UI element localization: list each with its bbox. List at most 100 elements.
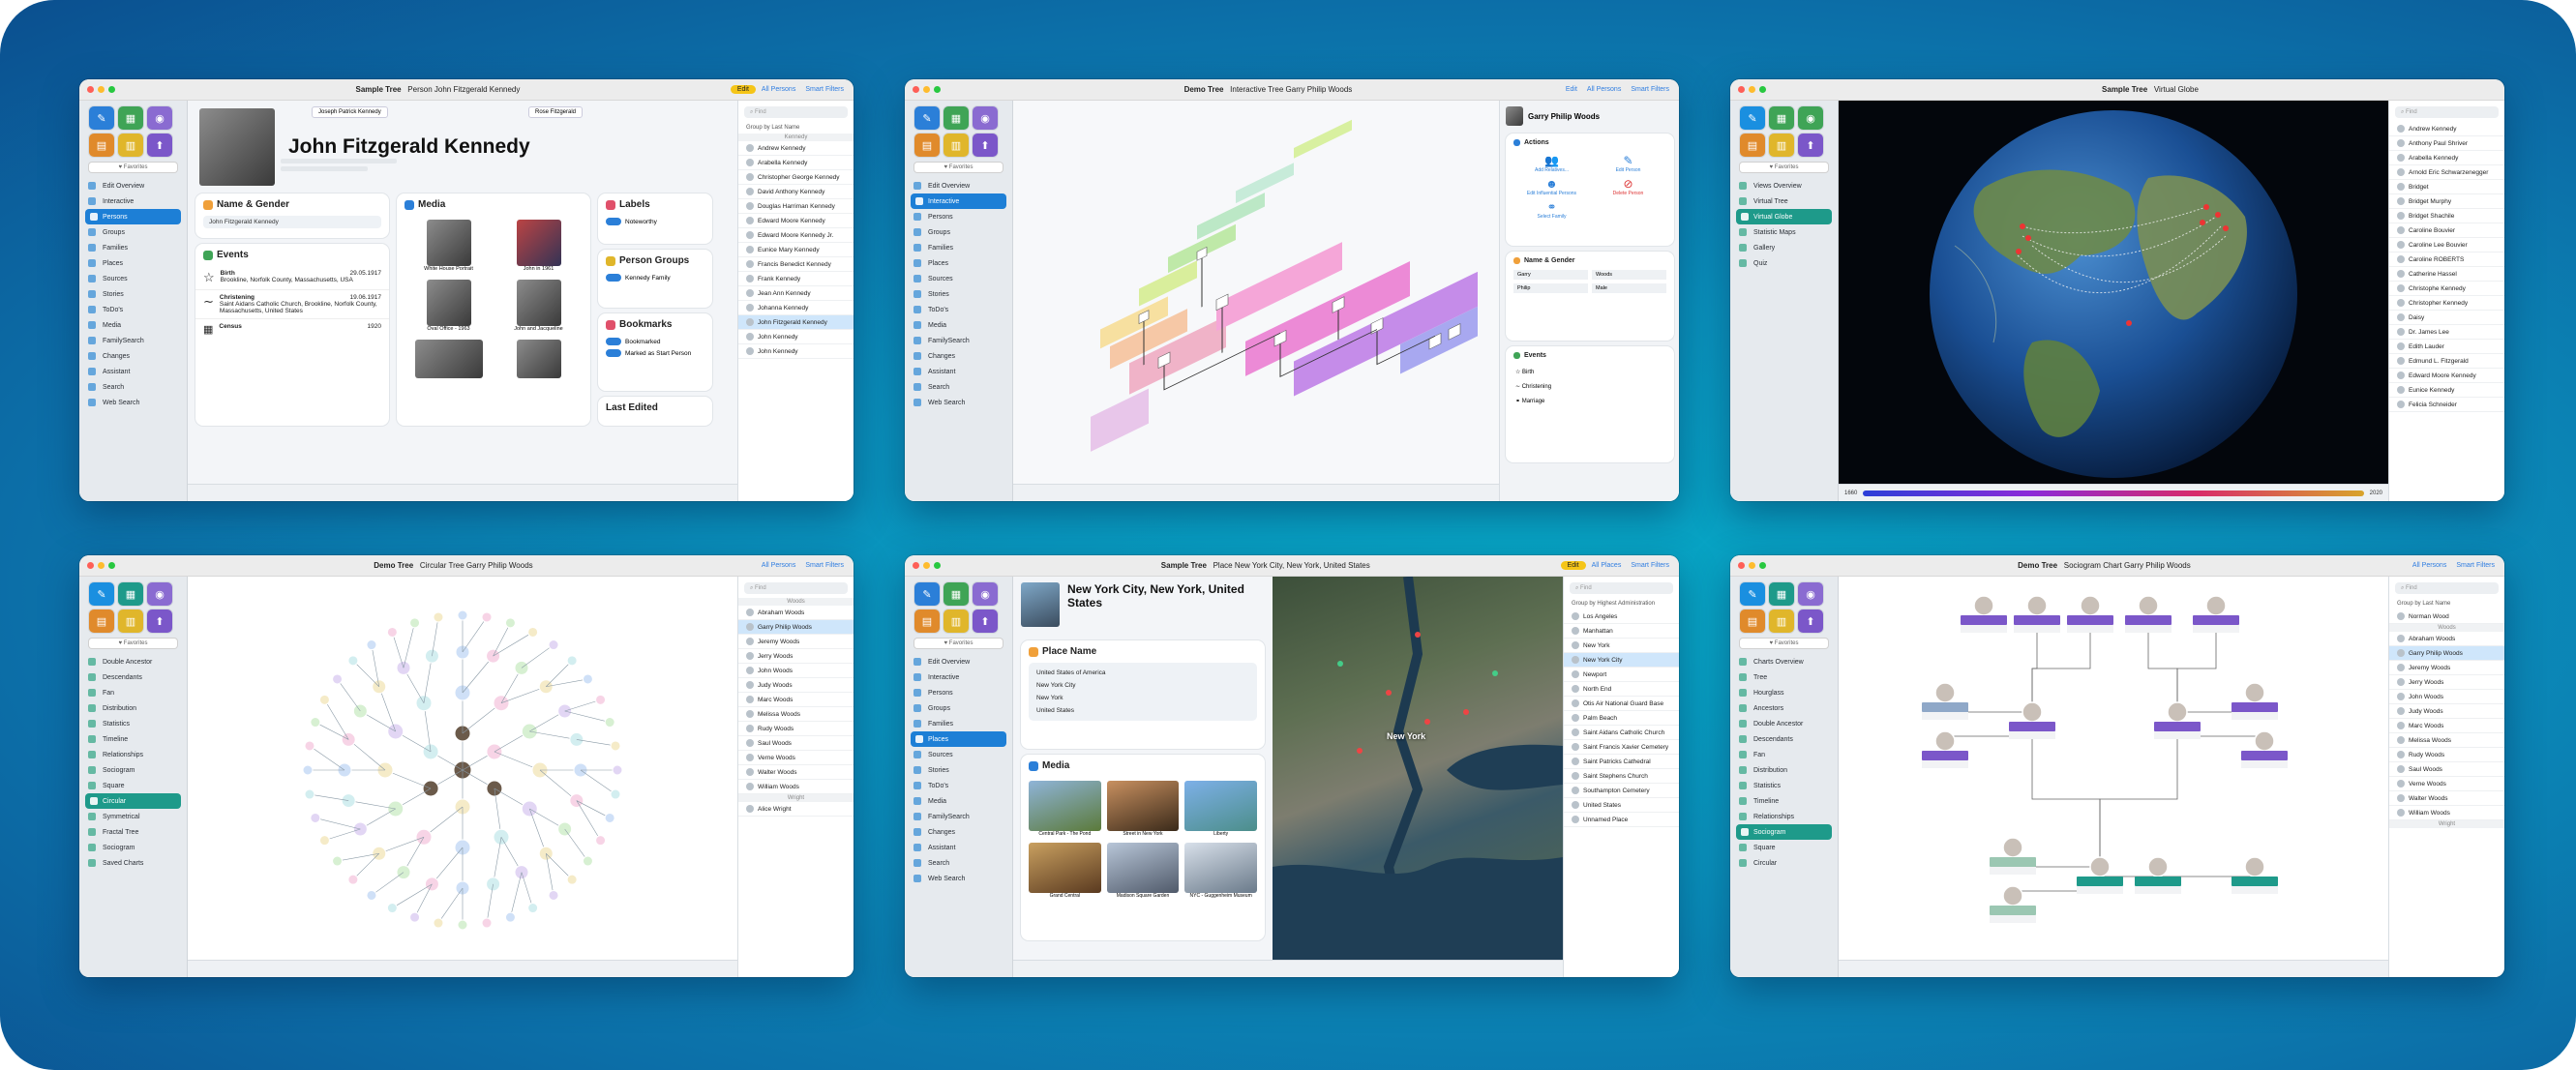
sidebar-item[interactable]: Timeline	[79, 731, 187, 747]
charts-mode-icon[interactable]: ▦	[944, 106, 969, 130]
list-item[interactable]: Andrew Kennedy	[738, 141, 854, 156]
export-icon[interactable]: ⬆	[973, 609, 998, 633]
list-item[interactable]: Abraham Woods	[2389, 632, 2504, 646]
media-thumb[interactable]: Madison Square Garden	[1106, 843, 1180, 899]
list-item[interactable]: Judy Woods	[738, 678, 854, 693]
list-item[interactable]: Alice Wright	[738, 802, 854, 817]
city-field[interactable]: New York City	[1036, 679, 1249, 692]
list-item[interactable]: Southampton Cemetery	[1564, 784, 1679, 798]
sidebar-item[interactable]: Distribution	[79, 700, 187, 716]
list-item[interactable]: William Woods	[738, 780, 854, 794]
list-item[interactable]: Newport	[1564, 668, 1679, 682]
tab-smart-filters[interactable]: Smart Filters	[805, 562, 844, 569]
list-item[interactable]: Arabella Kennedy	[738, 156, 854, 170]
search-input[interactable]: ⌕ Find	[2395, 106, 2499, 118]
sidebar-item[interactable]: Sources	[905, 747, 1012, 762]
sidebar-item[interactable]: Families	[79, 240, 187, 255]
sidebar-item[interactable]: Places	[905, 255, 1012, 271]
list-item[interactable]: Saul Woods	[738, 736, 854, 751]
sidebar-item[interactable]: Places	[79, 255, 187, 271]
sidebar-item[interactable]: Sources	[905, 271, 1012, 286]
tab-all-places[interactable]: All Places	[1592, 562, 1622, 569]
sidebar-item[interactable]: Double Ancestor	[79, 654, 187, 669]
publish-icon[interactable]: ▥	[944, 134, 969, 157]
media-thumb[interactable]: NYC - Guggenheim Museum	[1184, 843, 1257, 899]
publish-icon[interactable]: ▥	[1769, 134, 1794, 157]
edit-button[interactable]: Edit	[1560, 561, 1586, 570]
middle-name-field[interactable]: Philip	[1513, 283, 1588, 293]
sidebar-item[interactable]: Search	[905, 855, 1012, 871]
add-relatives-button[interactable]: 👥 Add Relatives...	[1515, 154, 1588, 173]
list-item[interactable]: Bridget	[2389, 180, 2504, 194]
list-item[interactable]: Edward Moore Kennedy	[2389, 369, 2504, 383]
charts-mode-icon[interactable]: ▦	[1769, 582, 1794, 606]
media-thumb[interactable]: Central Park - The Pond	[1029, 781, 1101, 837]
publish-icon[interactable]: ▥	[118, 609, 143, 633]
list-item[interactable]: Arabella Kennedy	[2389, 151, 2504, 165]
place-image[interactable]	[1021, 582, 1060, 627]
export-icon[interactable]: ⬆	[147, 609, 172, 633]
event-row[interactable]: ☆ Birth 29.05.1917 Brookline, Norfolk Cou…	[195, 266, 389, 289]
sidebar-item[interactable]: Web Search	[905, 871, 1012, 886]
publish-icon[interactable]: ▥	[1769, 609, 1794, 633]
sidebar-item[interactable]: FamilySearch	[905, 333, 1012, 348]
sidebar-item[interactable]: Quiz	[1730, 255, 1838, 271]
list-item[interactable]: New York City	[1564, 653, 1679, 668]
sidebar-item[interactable]: Persons	[905, 685, 1012, 700]
favorites-button[interactable]: ♥ Favorites	[89, 163, 177, 172]
edit-mode-icon[interactable]: ✎	[89, 582, 114, 606]
sidebar-item[interactable]: Groups	[905, 700, 1012, 716]
traffic-lights[interactable]	[87, 562, 145, 569]
list-item[interactable]: Melissa Woods	[2389, 733, 2504, 748]
group-by-select[interactable]: Group by Last Name	[2389, 598, 2504, 609]
traffic-lights[interactable]	[87, 86, 145, 93]
sidebar-item[interactable]: Ancestors	[1730, 700, 1838, 716]
sidebar-item[interactable]: Double Ancestor	[1730, 716, 1838, 731]
sidebar-item[interactable]: Descendants	[1730, 731, 1838, 747]
edit-mode-icon[interactable]: ✎	[1740, 106, 1765, 130]
interactive-tree-canvas[interactable]	[1013, 101, 1499, 484]
traffic-lights[interactable]	[1738, 86, 1796, 93]
sidebar-item[interactable]: Gallery	[1730, 240, 1838, 255]
event-row[interactable]: ⚭ Marriage	[1506, 394, 1674, 408]
search-input[interactable]: ⌕ Find	[2395, 582, 2499, 594]
list-item[interactable]: Judy Woods	[2389, 704, 2504, 719]
books-icon[interactable]: ▤	[1740, 609, 1765, 633]
search-input[interactable]: ⌕ Find	[744, 106, 848, 118]
sidebar-item[interactable]: Fractal Tree	[79, 824, 187, 840]
media-thumb[interactable]: White House Portrait	[408, 220, 489, 272]
list-item[interactable]: Verne Woods	[738, 751, 854, 765]
list-item[interactable]: William Woods	[2389, 806, 2504, 820]
sidebar-item[interactable]: Edit Overview	[905, 178, 1012, 193]
sidebar-item[interactable]: Stories	[905, 286, 1012, 302]
sidebar-item[interactable]: Statistic Maps	[1730, 224, 1838, 240]
media-thumb[interactable]: Street in New York	[1106, 781, 1180, 837]
list-item[interactable]: Jeremy Woods	[738, 635, 854, 649]
views-mode-icon[interactable]: ◉	[147, 582, 172, 606]
sidebar-item[interactable]: Statistics	[1730, 778, 1838, 793]
books-icon[interactable]: ▤	[1740, 134, 1765, 157]
list-item[interactable]: Palm Beach	[1564, 711, 1679, 726]
charts-mode-icon[interactable]: ▦	[118, 582, 143, 606]
list-item[interactable]: Garry Philip Woods	[738, 620, 854, 635]
list-item[interactable]: Eunice Mary Kennedy	[738, 243, 854, 257]
list-item[interactable]: Manhattan	[1564, 624, 1679, 639]
sidebar-item[interactable]: Circular	[1730, 855, 1838, 871]
list-item[interactable]: Caroline Lee Bouvier	[2389, 238, 2504, 253]
country-region-field[interactable]: United States	[1036, 704, 1249, 717]
media-thumb[interactable]: John in 1961	[498, 220, 579, 272]
favorites-button[interactable]: ♥ Favorites	[1740, 639, 1828, 648]
export-icon[interactable]: ⬆	[147, 134, 172, 157]
sidebar-item[interactable]: Groups	[79, 224, 187, 240]
publish-icon[interactable]: ▥	[944, 609, 969, 633]
traffic-lights[interactable]	[913, 562, 971, 569]
sidebar-item[interactable]: Symmetrical	[79, 809, 187, 824]
edit-button[interactable]: Edit	[730, 85, 756, 94]
sidebar-item[interactable]: Saved Charts	[79, 855, 187, 871]
group-by-select[interactable]: Group by Highest Administration	[1564, 598, 1679, 609]
list-item[interactable]: John Woods	[2389, 690, 2504, 704]
list-item[interactable]: Saul Woods	[2389, 762, 2504, 777]
charts-mode-icon[interactable]: ▦	[1769, 106, 1794, 130]
list-item[interactable]: North End	[1564, 682, 1679, 697]
sidebar-item[interactable]: Families	[905, 716, 1012, 731]
